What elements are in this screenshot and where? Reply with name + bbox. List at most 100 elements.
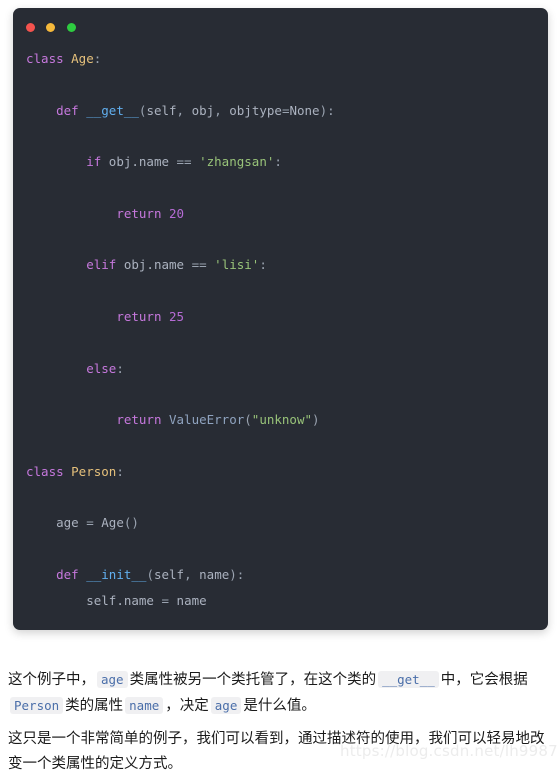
code-token: name xyxy=(199,566,230,582)
code-token: : xyxy=(259,257,267,273)
code-token: obj.name xyxy=(123,257,192,273)
inline-code: Person xyxy=(10,697,64,714)
code-token: Person xyxy=(71,463,117,479)
code-line: age = Age() xyxy=(26,510,548,536)
paragraph-descriptor-explanation: 这个例子中， age 类属性被另一个类托管了，在这个类的 __get__ 中，它会根据P… xyxy=(8,667,556,720)
code-token: self xyxy=(153,566,185,582)
code-token: name xyxy=(176,592,207,608)
code-token: None xyxy=(289,102,320,118)
code-token: == xyxy=(176,154,200,170)
code-token: 'zhangsan' xyxy=(199,154,275,170)
code-token: () xyxy=(123,515,139,531)
code-token: def xyxy=(56,102,87,118)
code-token: __get__ xyxy=(86,102,139,118)
code-line: class Person: xyxy=(26,459,548,485)
prose-text: 中，它会根据 xyxy=(440,671,528,688)
code-line: return 25 xyxy=(26,304,548,330)
prose-text: 类属性被另一个类托管了，在这个类的 xyxy=(129,671,377,688)
code-token: ): xyxy=(229,566,245,582)
close-button-dot[interactable] xyxy=(26,23,35,33)
code-card-titlebar xyxy=(13,8,548,38)
code-token: else xyxy=(86,360,117,376)
code-token: : xyxy=(116,463,124,479)
code-token: self xyxy=(146,102,177,118)
code-token: return xyxy=(116,412,169,428)
code-line: self.name = name xyxy=(26,588,548,614)
code-token: == xyxy=(191,257,215,273)
code-line: def __init__(self, name): xyxy=(26,562,548,588)
code-line: def __get__(self, obj, objtype=None): xyxy=(26,98,548,124)
code-token: if xyxy=(86,154,109,170)
prose-text: 类的属性 xyxy=(65,698,124,714)
code-token: : xyxy=(93,51,102,66)
code-token: 25 xyxy=(169,308,185,324)
code-token: objtype xyxy=(229,102,282,118)
code-token: elif xyxy=(86,257,124,273)
code-token: ( xyxy=(244,412,252,428)
code-token: def xyxy=(56,566,87,582)
prose-text: ，决定 xyxy=(165,698,209,714)
code-token: 'lisi' xyxy=(214,257,260,273)
code-token: 20 xyxy=(169,205,185,221)
code-token: ( xyxy=(146,566,154,582)
minimize-button-dot[interactable] xyxy=(46,23,56,33)
code-token: ): xyxy=(319,102,335,118)
code-token: , xyxy=(176,102,192,118)
code-line: return ValueError("unknow") xyxy=(26,407,548,433)
code-token: self.name xyxy=(86,592,162,608)
code-line: else: xyxy=(26,356,548,382)
code-line: elif obj.name == 'lisi': xyxy=(26,252,548,278)
code-token: return xyxy=(116,205,169,221)
code-token: , xyxy=(184,566,200,582)
csdn-watermark: https://blog.csdn.net/lh9987 xyxy=(340,742,558,760)
code-token: age xyxy=(56,515,87,531)
code-token: : xyxy=(116,360,124,376)
code-token: = xyxy=(86,515,102,531)
inline-code: age xyxy=(97,670,128,688)
inline-code: __get__ xyxy=(378,670,439,688)
code-token: , xyxy=(214,102,230,118)
code-token: class xyxy=(26,51,72,66)
code-token: "unknow" xyxy=(251,412,313,428)
prose-text: 是什么值。 xyxy=(243,698,316,714)
code-line: class Age: xyxy=(26,46,548,72)
maximize-button-dot[interactable] xyxy=(66,23,76,33)
code-token: __init__ xyxy=(86,566,147,582)
code-token: return xyxy=(116,308,169,324)
code-token: obj.name xyxy=(108,154,177,170)
code-token: Age xyxy=(101,515,124,531)
code-block-card: class Age: def __get__(self, obj, objtyp… xyxy=(13,8,548,630)
source-code: class Age: def __get__(self, obj, objtyp… xyxy=(13,38,548,630)
code-token: Age xyxy=(71,51,94,66)
inline-code: age xyxy=(210,697,242,714)
code-line: return 20 xyxy=(26,201,548,227)
code-token: obj xyxy=(191,102,215,118)
code-line: if obj.name == 'zhangsan': xyxy=(26,149,548,175)
code-token: ) xyxy=(312,412,320,428)
inline-code: name xyxy=(125,697,164,714)
code-token: ValueError xyxy=(169,412,245,428)
code-token: class xyxy=(26,463,72,479)
code-token: = xyxy=(161,592,177,608)
